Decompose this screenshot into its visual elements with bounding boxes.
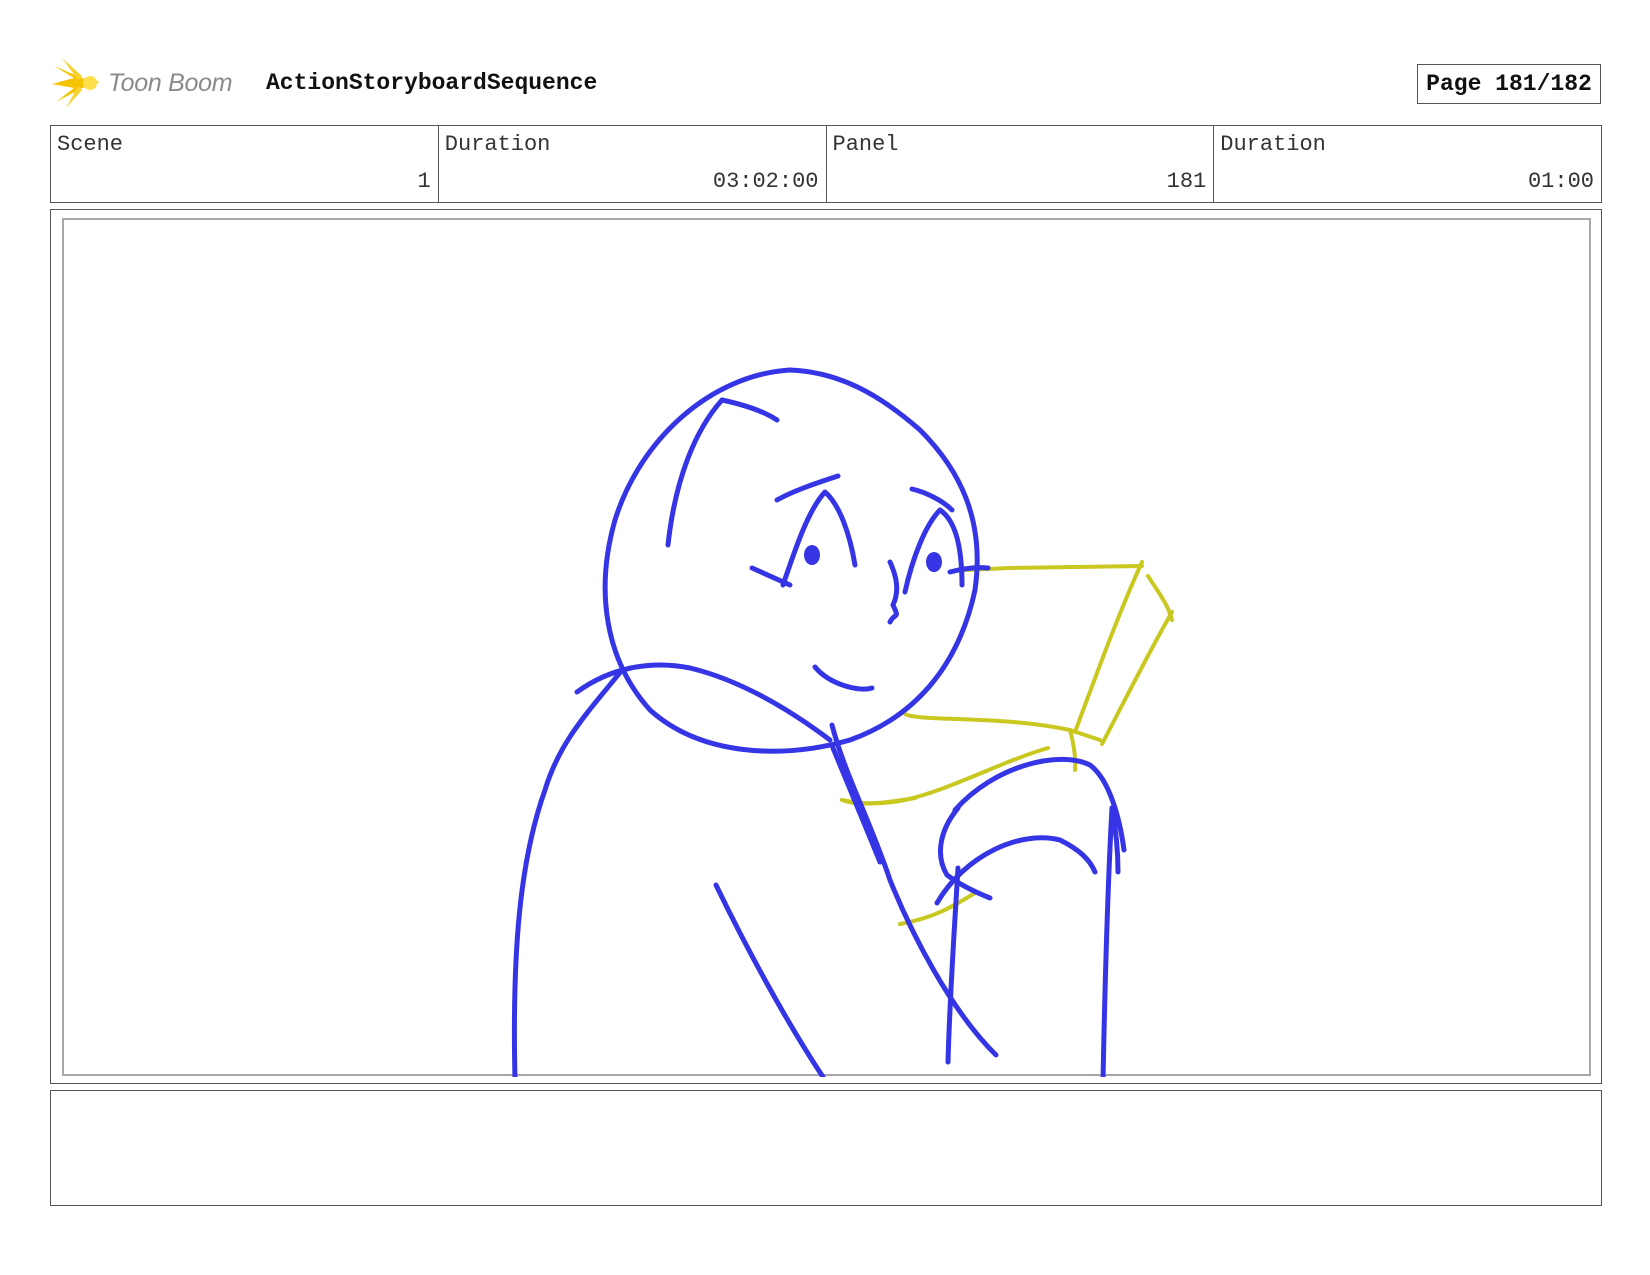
storyboard-sketch xyxy=(511,367,1174,1077)
panel-notes-box xyxy=(50,1090,1602,1206)
